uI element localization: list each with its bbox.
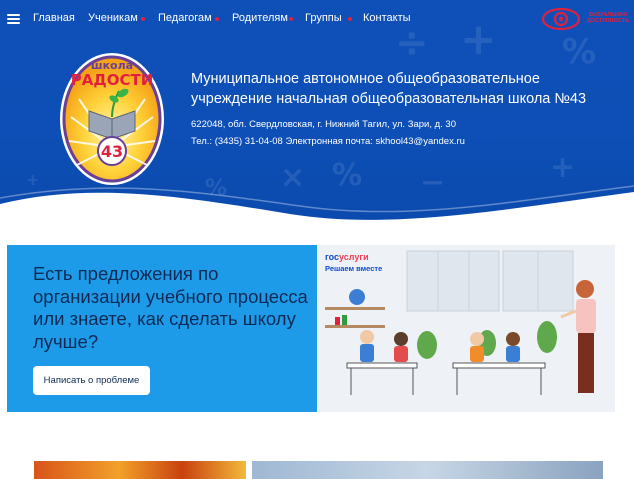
main-nav: Главная Ученикам Педагогам Родителям Гру… xyxy=(0,0,634,38)
report-problem-button[interactable]: Написать о проблеме xyxy=(33,366,150,395)
site-header: + ÷ % % × + − + % Главная Ученикам Педаг… xyxy=(0,0,634,222)
nav-separator-dot xyxy=(215,17,219,21)
brand-text: ВИЗУАЛЬНАЯ ДОСТУПНОСТЬ xyxy=(586,12,630,24)
gosuslugi-logo-part1: гос xyxy=(325,252,340,262)
nav-item-teachers[interactable]: Педагогам xyxy=(158,12,212,24)
nav-item-students[interactable]: Ученикам xyxy=(88,12,138,24)
nav-item-parents[interactable]: Родителям xyxy=(232,12,288,24)
banner-heading: Есть предложения по организации учебного… xyxy=(33,263,308,352)
news-card-image[interactable] xyxy=(34,461,246,479)
nav-item-home[interactable]: Главная xyxy=(33,12,75,24)
gosuslugi-logo-part2: услуги xyxy=(339,252,369,262)
eye-icon xyxy=(541,7,581,31)
gosuslugi-logo: госуслуги xyxy=(325,252,369,262)
school-logo[interactable]: 43 школа РАДОСТИ xyxy=(57,51,167,187)
news-card-image[interactable] xyxy=(252,461,603,479)
emblem-main-text: РАДОСТИ xyxy=(71,71,154,89)
nav-separator-dot xyxy=(289,17,293,21)
org-title: Муниципальное автономное общеобразовател… xyxy=(191,71,587,107)
gosuslugi-feedback-banner[interactable]: Есть предложения по организации учебного… xyxy=(7,245,615,412)
menu-icon[interactable] xyxy=(7,14,20,24)
nav-item-groups[interactable]: Группы xyxy=(305,12,342,24)
nav-item-contacts[interactable]: Контакты xyxy=(363,12,411,24)
nav-separator-dot xyxy=(141,17,145,21)
emblem-number: 43 xyxy=(101,142,123,161)
gosuslugi-subtitle: Решаем вместе xyxy=(325,264,383,273)
org-address: 622048, обл. Свердловская, г. Нижний Таг… xyxy=(191,119,456,130)
visual-accessibility-link[interactable]: ВИЗУАЛЬНАЯ ДОСТУПНОСТЬ xyxy=(541,6,631,32)
org-contacts: Тел.: (3435) 31-04-08 Электронная почта:… xyxy=(191,136,465,147)
nav-separator-dot xyxy=(348,17,352,21)
